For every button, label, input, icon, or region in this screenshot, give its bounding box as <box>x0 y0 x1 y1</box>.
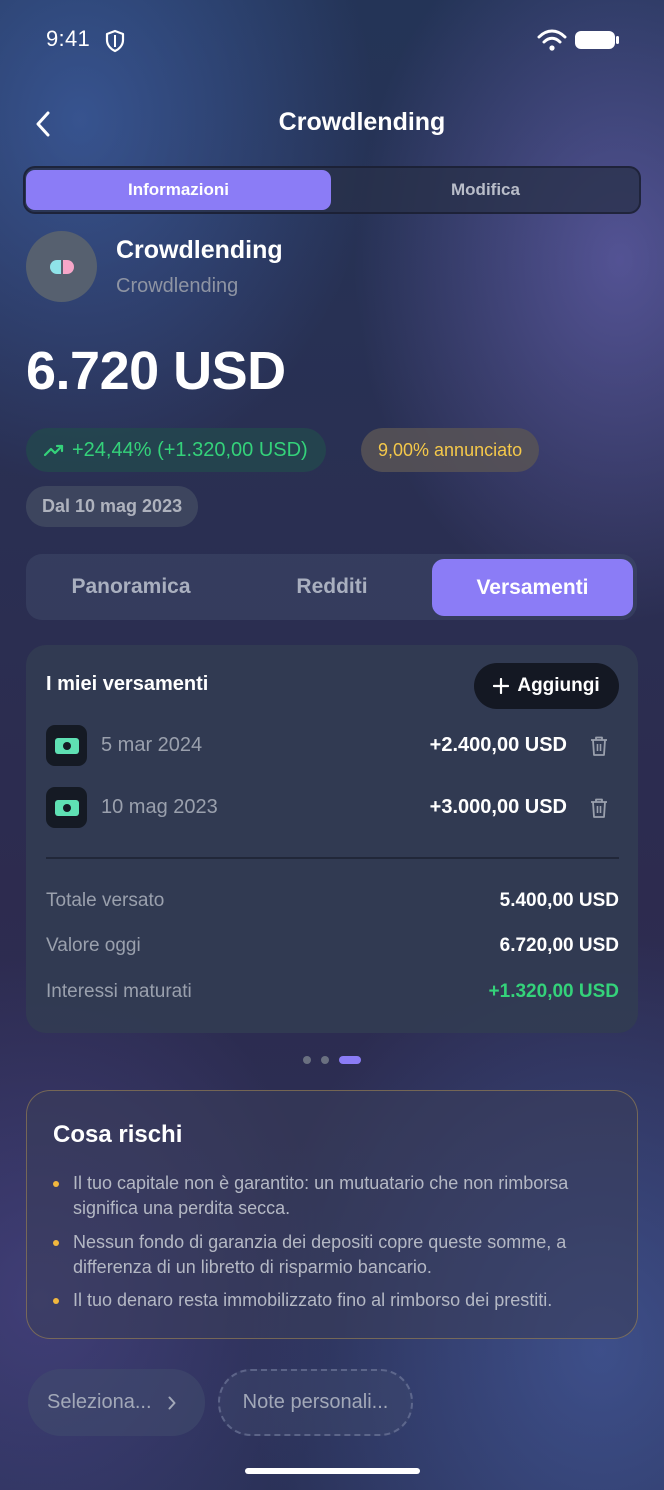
announced-rate-badge: 9,00% annunciato <box>361 428 540 472</box>
tab-informazioni[interactable]: Informazioni <box>26 170 331 210</box>
select-button[interactable]: Seleziona... <box>28 1369 205 1436</box>
tab-modifica[interactable]: Modifica <box>333 170 638 210</box>
bullet-icon <box>53 1240 59 1246</box>
asset-name: Crowdlending <box>116 236 283 264</box>
total-amount: 6.720 USD <box>26 341 286 401</box>
cash-icon <box>46 787 87 828</box>
bullet-icon <box>53 1298 59 1304</box>
risk-item: Il tuo denaro resta immobilizzato fino a… <box>53 1288 613 1313</box>
asset-subtitle: Crowdlending <box>116 275 239 297</box>
page-title: Crowdlending <box>278 108 446 136</box>
chevron-right-icon <box>168 1396 176 1409</box>
divider <box>46 857 619 859</box>
performance-badge: +24,44% (+1.320,00 USD) <box>26 428 326 472</box>
accrued-interest-value: +1.320,00 USD <box>488 981 619 1002</box>
banknote-icon <box>54 799 79 816</box>
asset-avatar <box>26 231 97 302</box>
bullet-icon <box>53 1181 59 1187</box>
pager-dot[interactable] <box>321 1056 329 1064</box>
risks-title: Cosa rischi <box>53 1121 183 1148</box>
deposit-amount: +3.000,00 USD <box>429 796 567 818</box>
deposit-date: 5 mar 2024 <box>101 734 203 756</box>
tab-redditi[interactable]: Redditi <box>228 554 436 620</box>
pill-logo-icon <box>49 259 74 274</box>
risk-text: Il tuo denaro resta immobilizzato fino a… <box>73 1290 553 1310</box>
select-label: Seleziona... <box>47 1391 152 1413</box>
total-deposited-label: Totale versato <box>46 890 165 911</box>
trash-icon[interactable] <box>589 735 609 757</box>
trending-up-icon <box>44 444 64 457</box>
performance-text: +24,44% (+1.320,00 USD) <box>72 438 308 461</box>
total-deposited-value: 5.400,00 USD <box>499 890 619 911</box>
deposits-title: I miei versamenti <box>46 673 209 695</box>
cash-icon <box>46 725 87 766</box>
current-value-value: 6.720,00 USD <box>499 935 619 956</box>
deposit-date: 10 mag 2023 <box>101 796 218 818</box>
plus-icon <box>493 678 510 694</box>
current-value-label: Valore oggi <box>46 935 141 956</box>
battery-icon <box>575 31 619 49</box>
risk-item: Il tuo capitale non è garantito: un mutu… <box>53 1171 613 1221</box>
shield-icon <box>105 29 125 53</box>
risk-text: Nessun fondo di garanzia dei depositi co… <box>73 1232 567 1277</box>
pager-dot[interactable] <box>303 1056 311 1064</box>
accrued-interest-label: Interessi maturati <box>46 981 192 1002</box>
pager-dot-active[interactable] <box>339 1056 361 1064</box>
risk-item: Nessun fondo di garanzia dei depositi co… <box>53 1230 613 1280</box>
personal-notes-button[interactable]: Note personali... <box>218 1369 413 1436</box>
since-date-badge: Dal 10 mag 2023 <box>26 486 199 527</box>
banknote-icon <box>54 737 79 754</box>
add-deposit-label: Aggiungi <box>517 675 600 696</box>
home-indicator[interactable] <box>245 1468 420 1474</box>
tab-panoramica[interactable]: Panoramica <box>26 554 236 620</box>
status-time: 9:41 <box>46 26 91 51</box>
add-deposit-button[interactable]: Aggiungi <box>474 663 619 709</box>
wifi-icon <box>537 29 567 51</box>
tab-versamenti[interactable]: Versamenti <box>432 559 633 616</box>
risk-text: Il tuo capitale non è garantito: un mutu… <box>73 1173 569 1218</box>
deposit-amount: +2.400,00 USD <box>429 734 567 756</box>
trash-icon[interactable] <box>589 797 609 819</box>
